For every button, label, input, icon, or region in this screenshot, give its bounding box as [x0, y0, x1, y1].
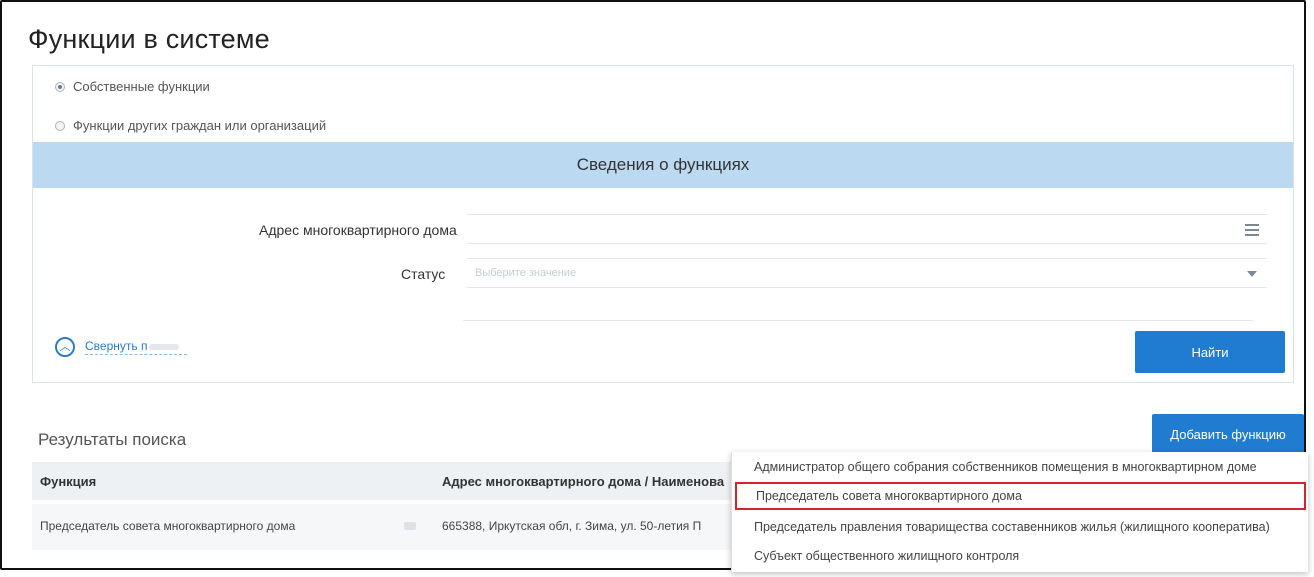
dropdown-item-hoa-chairman[interactable]: Председатель правления товарищества сост…	[732, 513, 1308, 541]
dropdown-item-council-chairman[interactable]: Председатель совета многоквартирного дом…	[735, 482, 1306, 510]
collapse-label[interactable]: Свернуть п	[85, 339, 187, 355]
section-header: Сведения о функциях	[33, 142, 1293, 188]
add-function-button[interactable]: Добавить функцию	[1152, 414, 1304, 454]
divider	[463, 320, 1253, 321]
address-input[interactable]	[467, 214, 1267, 244]
dropdown-item-public-control[interactable]: Субъект общественного жилищного контроля	[732, 542, 1308, 570]
list-menu-icon[interactable]	[1245, 224, 1259, 239]
radio-other-functions[interactable]: Функции других граждан или организаций	[55, 118, 326, 133]
column-header-address[interactable]: Адрес многоквартирного дома / Наименова	[442, 474, 724, 489]
table-row[interactable]: Председатель совета многоквартирного дом…	[32, 504, 732, 550]
radio-own-label: Собственные функции	[73, 79, 210, 94]
radio-unchecked-icon[interactable]	[55, 120, 65, 131]
chevron-down-icon[interactable]	[1247, 271, 1257, 277]
radio-checked-icon[interactable]	[55, 81, 65, 92]
window-frame: Функции в системе Собственные функции Фу…	[0, 0, 1308, 572]
results-title: Результаты поиска	[38, 430, 187, 449]
address-label: Адрес многоквартирного дома	[259, 222, 457, 238]
add-function-dropdown: Администратор общего собрания собственни…	[731, 452, 1308, 572]
dropdown-item-administrator[interactable]: Администратор общего собрания собственни…	[732, 453, 1308, 481]
results-table-header: Функция Адрес многоквартирного дома / На…	[32, 462, 732, 500]
chevron-up-circle-icon[interactable]: ︿	[55, 337, 75, 357]
cell-function: Председатель совета многоквартирного дом…	[40, 519, 296, 533]
status-label: Статус	[401, 266, 446, 282]
row-chip	[404, 522, 416, 530]
column-header-function[interactable]: Функция	[40, 474, 96, 489]
filter-panel: Собственные функции Функции других гражд…	[32, 65, 1294, 383]
search-button[interactable]: Найти	[1135, 331, 1285, 373]
page-title: Функции в системе	[28, 24, 270, 54]
collapse-link[interactable]: ︿ Свернуть п	[55, 337, 187, 357]
radio-others-label: Функции других граждан или организаций	[73, 118, 327, 133]
section-title: Сведения о функциях	[576, 155, 750, 174]
radio-own-functions[interactable]: Собственные функции	[55, 79, 210, 94]
status-placeholder: Выберите значение	[475, 267, 577, 279]
cell-address: 665388, Иркутская обл, г. Зима, ул. 50-л…	[442, 519, 702, 533]
status-select[interactable]: Выберите значение	[467, 258, 1267, 288]
